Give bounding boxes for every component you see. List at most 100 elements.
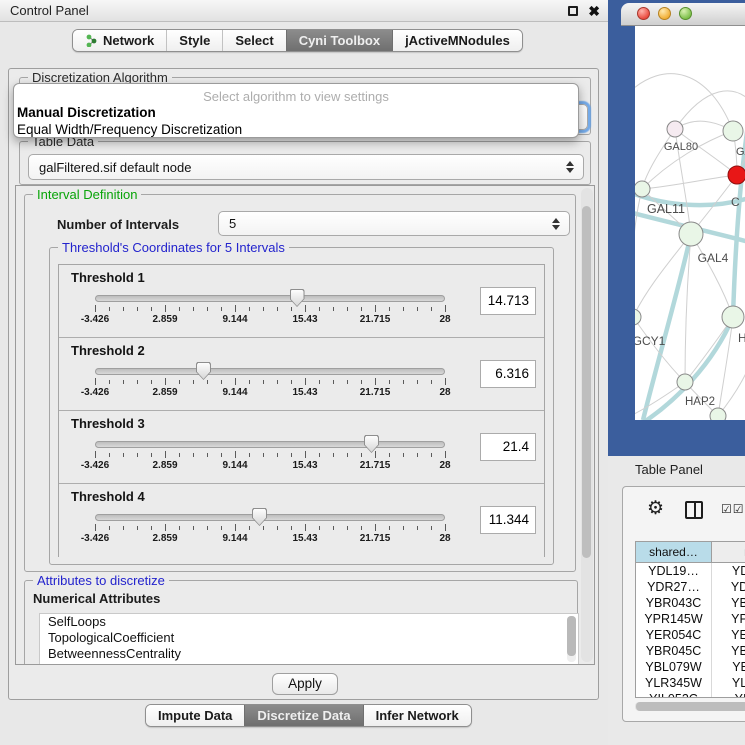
network-node-label: GAL80 [664,141,698,153]
network-canvas[interactable]: GAL80GACGAL11GAL4GCY1HHAP2 [635,26,745,420]
tick-mark [137,380,138,384]
tick-mark [123,380,124,384]
node-attribute-table[interactable]: shared…nYDL19…YDL1YDR27…YDR2YBR043CYBR0Y… [635,541,745,698]
table-row[interactable]: YBR043CYBR0 [636,595,745,611]
gear-icon[interactable]: ⚙ [647,497,664,520]
tab-style[interactable]: Style [166,30,222,51]
tick-mark [193,526,194,530]
threshold-slider-handle[interactable] [196,362,211,380]
network-node[interactable] [679,222,703,246]
combobox-stepper-icon [552,218,560,230]
network-edge[interactable] [691,234,733,317]
threshold-slider-handle-face [197,363,210,379]
number-of-intervals-combobox[interactable]: 5 [218,211,570,236]
tick-mark [291,307,292,311]
tick-mark [263,453,264,457]
close-traffic-light-icon[interactable] [637,7,650,20]
apply-button[interactable]: Apply [272,673,338,695]
threshold-slider-handle-face [365,436,378,452]
algorithm-option-manual[interactable]: Manual Discretization [14,104,578,121]
network-node[interactable] [728,166,745,184]
table-row[interactable]: YIL052CYIL0 [636,691,745,698]
attribute-list-item[interactable]: BetweennessCentrality [40,646,578,662]
panel-title: Control Panel [10,0,89,22]
tab-impute-data[interactable]: Impute Data [146,705,244,726]
zoom-traffic-light-icon[interactable] [679,7,692,20]
threshold-value-input[interactable]: 14.713 [480,287,536,315]
table-row[interactable]: YER054CYER0 [636,627,745,643]
tick-mark [123,526,124,530]
tab-infer-network[interactable]: Infer Network [363,705,471,726]
attributes-fieldset: Attributes to discretize Numerical Attri… [24,580,578,665]
network-edge[interactable] [642,175,737,189]
threshold-slider-handle[interactable] [364,435,379,453]
network-edge[interactable] [635,74,733,131]
table-column-header[interactable]: shared… [636,542,712,563]
tick-mark [263,307,264,311]
network-node[interactable] [722,306,744,328]
threshold-row: Threshold 4-3.4262.8599.14415.4321.71528… [59,484,544,557]
table-row[interactable]: YDR27…YDR2 [636,579,745,595]
columns-icon[interactable] [685,501,703,519]
float-icon[interactable] [568,6,578,16]
scale-label: 9.144 [222,314,247,325]
network-node[interactable] [635,181,650,197]
tab-jactivemnodules[interactable]: jActiveMNodules [392,30,522,51]
network-edge[interactable] [642,129,675,189]
table-row[interactable]: YPR145WYPR1 [636,611,745,627]
tick-mark [333,380,334,384]
threshold-value-input[interactable]: 21.4 [480,433,536,461]
threshold-value-input[interactable]: 6.316 [480,360,536,388]
checkbox-icons[interactable]: ☑☑ [721,502,745,516]
network-edge-thick[interactable] [643,234,691,420]
table-row[interactable]: YLR345WYLR3 [636,675,745,691]
threshold-slider-handle-face [253,509,266,525]
network-node-label: GAL4 [698,251,729,265]
scale-label: 28 [439,314,450,325]
tab-discretize-data[interactable]: Discretize Data [244,705,362,726]
table-row[interactable]: YBL079WYBL0 [636,659,745,675]
table-row[interactable]: YDL19…YDL1 [636,563,745,579]
tab-label: Discretize Data [257,705,350,726]
network-node[interactable] [723,121,743,141]
network-node[interactable] [677,374,693,390]
tab-select[interactable]: Select [222,30,285,51]
tick-mark [291,453,292,457]
table-data-combobox[interactable]: galFiltered.sif default node [28,154,584,180]
attribute-list-item[interactable]: TopologicalCoefficient [40,630,578,646]
table-row[interactable]: YBR045CYBR0 [636,643,745,659]
threshold-value-input[interactable]: 11.344 [480,506,536,534]
tick-mark [431,453,432,457]
tick-mark [403,307,404,311]
network-node[interactable] [667,121,683,137]
network-edge[interactable] [685,317,733,382]
threshold-slider-track[interactable] [95,295,445,302]
settings-scrollbar[interactable] [581,188,593,662]
close-icon[interactable]: ✖ [588,1,600,21]
algorithm-option-equal-width[interactable]: Equal Width/Frequency Discretization [14,121,578,138]
threshold-slider-track[interactable] [95,441,445,448]
scale-label: 9.144 [222,460,247,471]
attributes-scrollbar[interactable] [567,616,576,662]
tab-network[interactable]: Network [73,30,166,51]
tick-mark [165,305,166,312]
table-horizontal-scrollbar[interactable] [635,702,745,711]
threshold-slider-track[interactable] [95,514,445,521]
threshold-slider-track[interactable] [95,368,445,375]
tick-mark [375,305,376,312]
tab-cyni-toolbox[interactable]: Cyni Toolbox [286,30,392,51]
threshold-slider-handle[interactable] [290,289,305,307]
tick-mark [221,307,222,311]
minimize-traffic-light-icon[interactable] [658,7,671,20]
network-edge[interactable] [635,189,642,317]
scale-label: 15.43 [292,533,317,544]
network-node[interactable] [710,408,726,420]
network-edge[interactable] [642,131,733,189]
table-header-row: shared…n [636,542,745,563]
attribute-list-item[interactable]: SelfLoops [40,614,578,630]
numerical-attributes-list[interactable]: SelfLoopsTopologicalCoefficientBetweenne… [39,613,579,665]
threshold-slider-handle[interactable] [252,508,267,526]
tick-mark [431,307,432,311]
table-column-header[interactable]: n [712,542,745,563]
network-node[interactable] [635,309,641,325]
